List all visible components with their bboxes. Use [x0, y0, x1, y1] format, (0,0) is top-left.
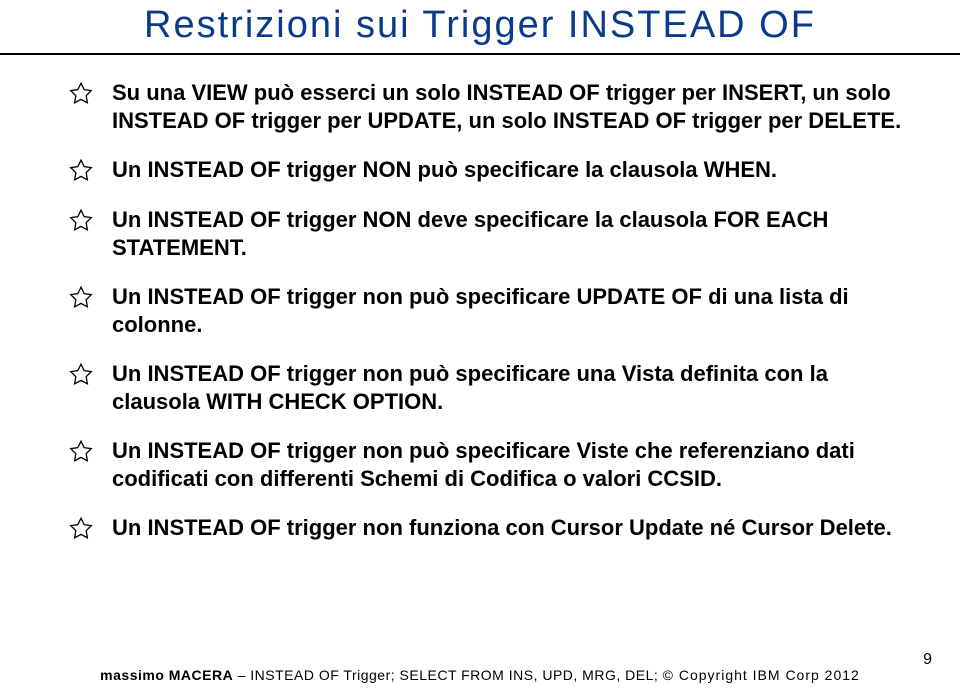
bullet-text: Su una VIEW può esserci un solo INSTEAD … — [112, 79, 912, 134]
bullet-text: Un INSTEAD OF trigger NON può specificar… — [112, 156, 777, 184]
slide-title: Restrizioni sui Trigger INSTEAD OF — [0, 0, 960, 47]
bullet-item: Un INSTEAD OF trigger non funziona con C… — [68, 514, 912, 542]
footer-author: massimo MACERA — [100, 667, 233, 683]
bullet-item: Un INSTEAD OF trigger non può specificar… — [68, 360, 912, 415]
bullet-text: Un INSTEAD OF trigger non può specificar… — [112, 437, 912, 492]
bullet-text: Un INSTEAD OF trigger non può specificar… — [112, 360, 912, 415]
star-icon — [68, 362, 94, 388]
slide-footer: massimo MACERA – INSTEAD OF Trigger; SEL… — [0, 667, 960, 683]
star-icon — [68, 439, 94, 465]
star-icon — [68, 158, 94, 184]
star-icon — [68, 285, 94, 311]
bullet-text: Un INSTEAD OF trigger non può specificar… — [112, 283, 912, 338]
footer-sep2: ; — [654, 667, 663, 683]
star-icon — [68, 208, 94, 234]
bullet-item: Su una VIEW può esserci un solo INSTEAD … — [68, 79, 912, 134]
bullet-item: Un INSTEAD OF trigger NON può specificar… — [68, 156, 912, 184]
title-rule — [0, 53, 960, 55]
bullet-text: Un INSTEAD OF trigger NON deve specifica… — [112, 206, 912, 261]
bullet-item: Un INSTEAD OF trigger non può specificar… — [68, 437, 912, 492]
bullet-item: Un INSTEAD OF trigger NON deve specifica… — [68, 206, 912, 261]
slide-page: Restrizioni sui Trigger INSTEAD OF Su un… — [0, 0, 960, 697]
footer-topic: INSTEAD OF Trigger; SELECT FROM INS, UPD… — [250, 667, 654, 683]
page-number: 9 — [923, 651, 932, 669]
bullet-text: Un INSTEAD OF trigger non funziona con C… — [112, 514, 892, 542]
star-icon — [68, 516, 94, 542]
bullet-item: Un INSTEAD OF trigger non può specificar… — [68, 283, 912, 338]
footer-copyright: © Copyright IBM Corp 2012 — [663, 667, 860, 683]
bullet-list: Su una VIEW può esserci un solo INSTEAD … — [0, 79, 960, 542]
footer-sep: – — [233, 667, 250, 683]
star-icon — [68, 81, 94, 107]
